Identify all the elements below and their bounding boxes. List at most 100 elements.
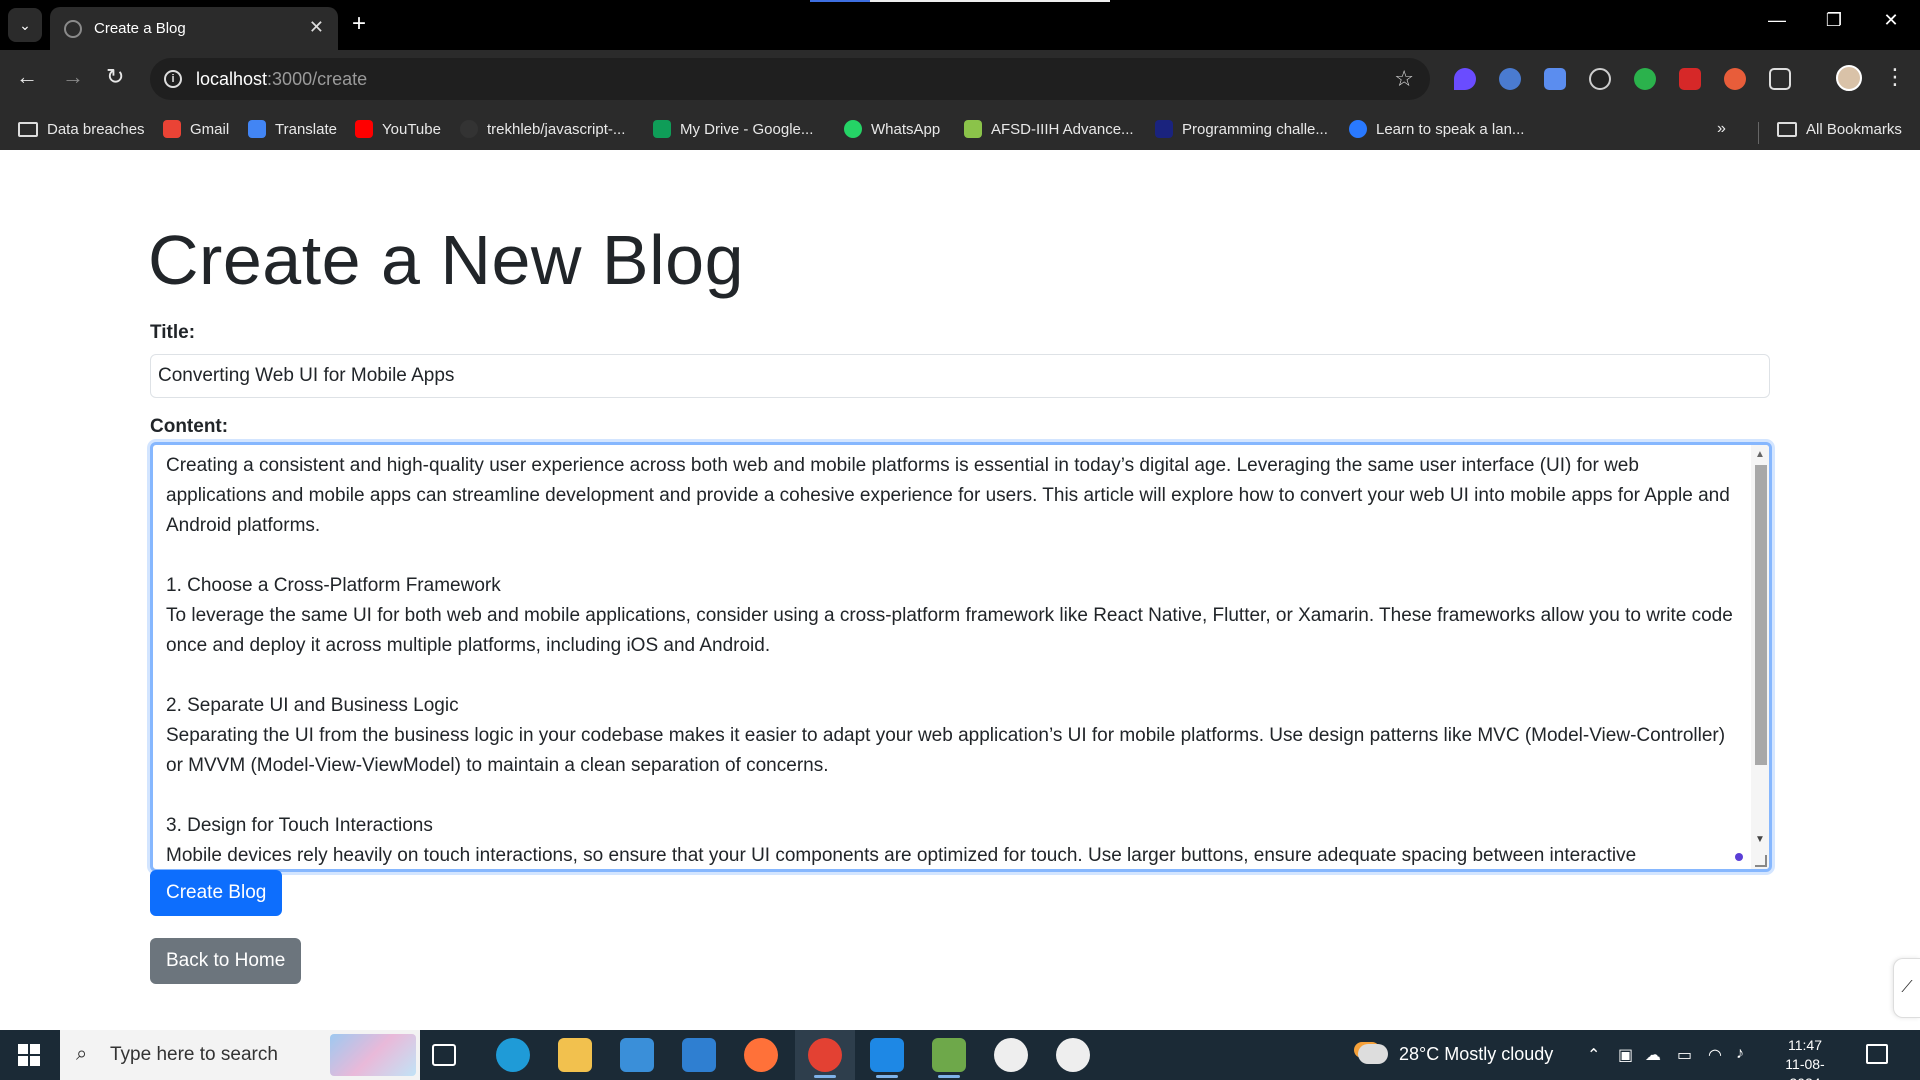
clock-time: 11:47 <box>1788 1037 1822 1053</box>
learn-icon <box>1349 120 1367 138</box>
create-blog-button[interactable]: Create Blog <box>150 870 283 916</box>
bookmarks-overflow-icon[interactable]: » <box>1717 120 1726 138</box>
bookmark-learn-language[interactable]: Learn to speak a lan... <box>1349 116 1524 142</box>
folder-icon <box>1777 121 1797 137</box>
scroll-thumb[interactable] <box>1755 465 1767 765</box>
grammar-extension-icon[interactable] <box>1735 853 1743 861</box>
file-explorer-icon[interactable] <box>558 1038 592 1072</box>
bookmark-google-drive[interactable]: My Drive - Google... <box>653 116 813 142</box>
bookmark-whatsapp[interactable]: WhatsApp <box>844 116 940 142</box>
afsd-icon <box>964 120 982 138</box>
notifications-icon[interactable] <box>1866 1044 1888 1064</box>
tab-close-icon[interactable]: ✕ <box>309 17 324 38</box>
microsoft-store-icon[interactable] <box>620 1038 654 1072</box>
title-input[interactable] <box>150 354 1770 398</box>
profile-avatar[interactable] <box>1836 65 1862 91</box>
chevron-down-icon: ⌄ <box>19 16 31 33</box>
url-text: localhost:3000/create <box>196 69 368 89</box>
extension-chat-icon[interactable] <box>1589 68 1611 90</box>
scroll-down-icon[interactable]: ▼ <box>1755 834 1765 845</box>
task-view-icon[interactable] <box>432 1044 456 1066</box>
close-window-button[interactable]: ✕ <box>1871 10 1911 31</box>
bookmarks-divider <box>1758 122 1759 144</box>
browser-tab-bar: ⌄ Create a Blog ✕ + — ❐ ✕ <box>0 0 1920 50</box>
drive-icon <box>653 120 671 138</box>
forward-button[interactable]: → <box>62 66 84 88</box>
extension-clock-icon[interactable] <box>1499 68 1521 90</box>
page-title: Create a New Blog <box>148 221 745 299</box>
search-icon: ⌕ <box>76 1043 88 1065</box>
back-to-home-button[interactable]: Back to Home <box>150 938 302 984</box>
bookmark-afsd[interactable]: AFSD-IIIH Advance... <box>964 116 1134 142</box>
search-highlight-image <box>330 1034 416 1076</box>
bookmark-data-breaches[interactable]: Data breaches <box>18 116 145 142</box>
gmail-icon <box>163 120 181 138</box>
youtube-icon <box>355 120 373 138</box>
windows-start-icon[interactable] <box>18 1044 40 1066</box>
bookmark-github[interactable]: trekhleb/javascript-... <box>460 116 625 142</box>
onedrive-icon[interactable]: ☁ <box>1645 1045 1661 1065</box>
scroll-up-icon[interactable]: ▲ <box>1755 449 1765 460</box>
app-panda-2-icon[interactable] <box>1056 1038 1090 1072</box>
windows-taskbar: ⌕ Type here to search 28°C Mostly cloudy… <box>0 1030 1920 1080</box>
page-content: Create a New Blog Title: Content: Creati… <box>0 150 1920 1030</box>
extension-doc-icon[interactable] <box>1544 68 1566 90</box>
firefox-icon[interactable] <box>744 1038 778 1072</box>
bookmark-programming[interactable]: Programming challe... <box>1155 116 1328 142</box>
wifi-icon[interactable]: ◠ <box>1708 1045 1722 1065</box>
extensions-puzzle-icon[interactable] <box>1769 68 1791 90</box>
content-textarea[interactable]: Creating a consistent and high-quality u… <box>150 442 1772 872</box>
weather-text[interactable]: 28°C Mostly cloudy <box>1399 1044 1553 1065</box>
taskbar-search[interactable]: ⌕ Type here to search <box>60 1030 420 1080</box>
search-placeholder: Type here to search <box>110 1044 278 1065</box>
extension-drop-icon[interactable] <box>1454 68 1476 90</box>
weather-icon[interactable] <box>1358 1044 1388 1064</box>
folder-icon <box>18 121 38 137</box>
site-info-icon[interactable]: i <box>164 70 182 88</box>
notepad-plus-icon[interactable] <box>932 1038 966 1078</box>
new-tab-button[interactable]: + <box>352 10 366 38</box>
content-text: Creating a consistent and high-quality u… <box>166 455 1733 866</box>
restore-button[interactable]: ❐ <box>1814 10 1854 31</box>
address-bar[interactable]: i localhost:3000/create ☆ <box>150 58 1430 100</box>
content-label: Content: <box>150 416 229 437</box>
bookmarks-bar: Data breaches Gmail Translate YouTube tr… <box>0 108 1920 150</box>
bookmark-translate[interactable]: Translate <box>248 116 337 142</box>
github-icon <box>460 120 478 138</box>
bookmark-star-icon[interactable]: ☆ <box>1394 66 1414 92</box>
volume-icon[interactable]: ♪ <box>1736 1045 1744 1063</box>
globe-icon <box>64 19 82 38</box>
textarea-scrollbar[interactable]: ▲ ▼ <box>1751 445 1769 869</box>
side-panel-tab-icon[interactable]: ⟋ <box>1893 958 1920 1018</box>
extension-red-icon[interactable] <box>1679 68 1701 90</box>
tab-search-button[interactable]: ⌄ <box>8 8 42 42</box>
bookmark-gmail[interactable]: Gmail <box>163 116 229 142</box>
taskbar-clock[interactable]: 11:47 11-08-2024 <box>1770 1036 1840 1080</box>
back-button[interactable]: ← <box>16 66 38 88</box>
all-bookmarks-button[interactable]: All Bookmarks <box>1777 116 1902 142</box>
resize-handle-icon[interactable] <box>1755 855 1767 867</box>
bookmark-youtube[interactable]: YouTube <box>355 116 441 142</box>
battery-icon[interactable]: ▭ <box>1677 1045 1692 1065</box>
minimize-button[interactable]: — <box>1757 10 1797 31</box>
loading-indicator <box>810 0 1110 2</box>
mail-icon[interactable] <box>682 1038 716 1072</box>
title-label: Title: <box>150 322 196 343</box>
meet-icon[interactable]: ▣ <box>1618 1045 1633 1065</box>
chrome-icon[interactable] <box>808 1038 842 1078</box>
menu-dots-icon[interactable]: ⋮ <box>1884 64 1906 90</box>
tray-chevron-icon[interactable]: ⌃ <box>1587 1045 1600 1065</box>
tab-title: Create a Blog <box>94 20 186 37</box>
programming-icon <box>1155 120 1173 138</box>
whatsapp-icon <box>844 120 862 138</box>
vscode-icon[interactable] <box>870 1038 904 1078</box>
clock-date: 11-08-2024 <box>1785 1056 1825 1080</box>
browser-tab-active[interactable]: Create a Blog ✕ <box>50 7 338 50</box>
browser-toolbar: ← → ↻ i localhost:3000/create ☆ ⋮ <box>0 50 1920 108</box>
translate-icon <box>248 120 266 138</box>
edge-icon[interactable] <box>496 1038 530 1072</box>
extension-green-icon[interactable] <box>1634 68 1656 90</box>
reload-button[interactable]: ↻ <box>106 66 124 88</box>
extension-badge-icon[interactable] <box>1724 68 1746 90</box>
app-panda-icon[interactable] <box>994 1038 1028 1072</box>
